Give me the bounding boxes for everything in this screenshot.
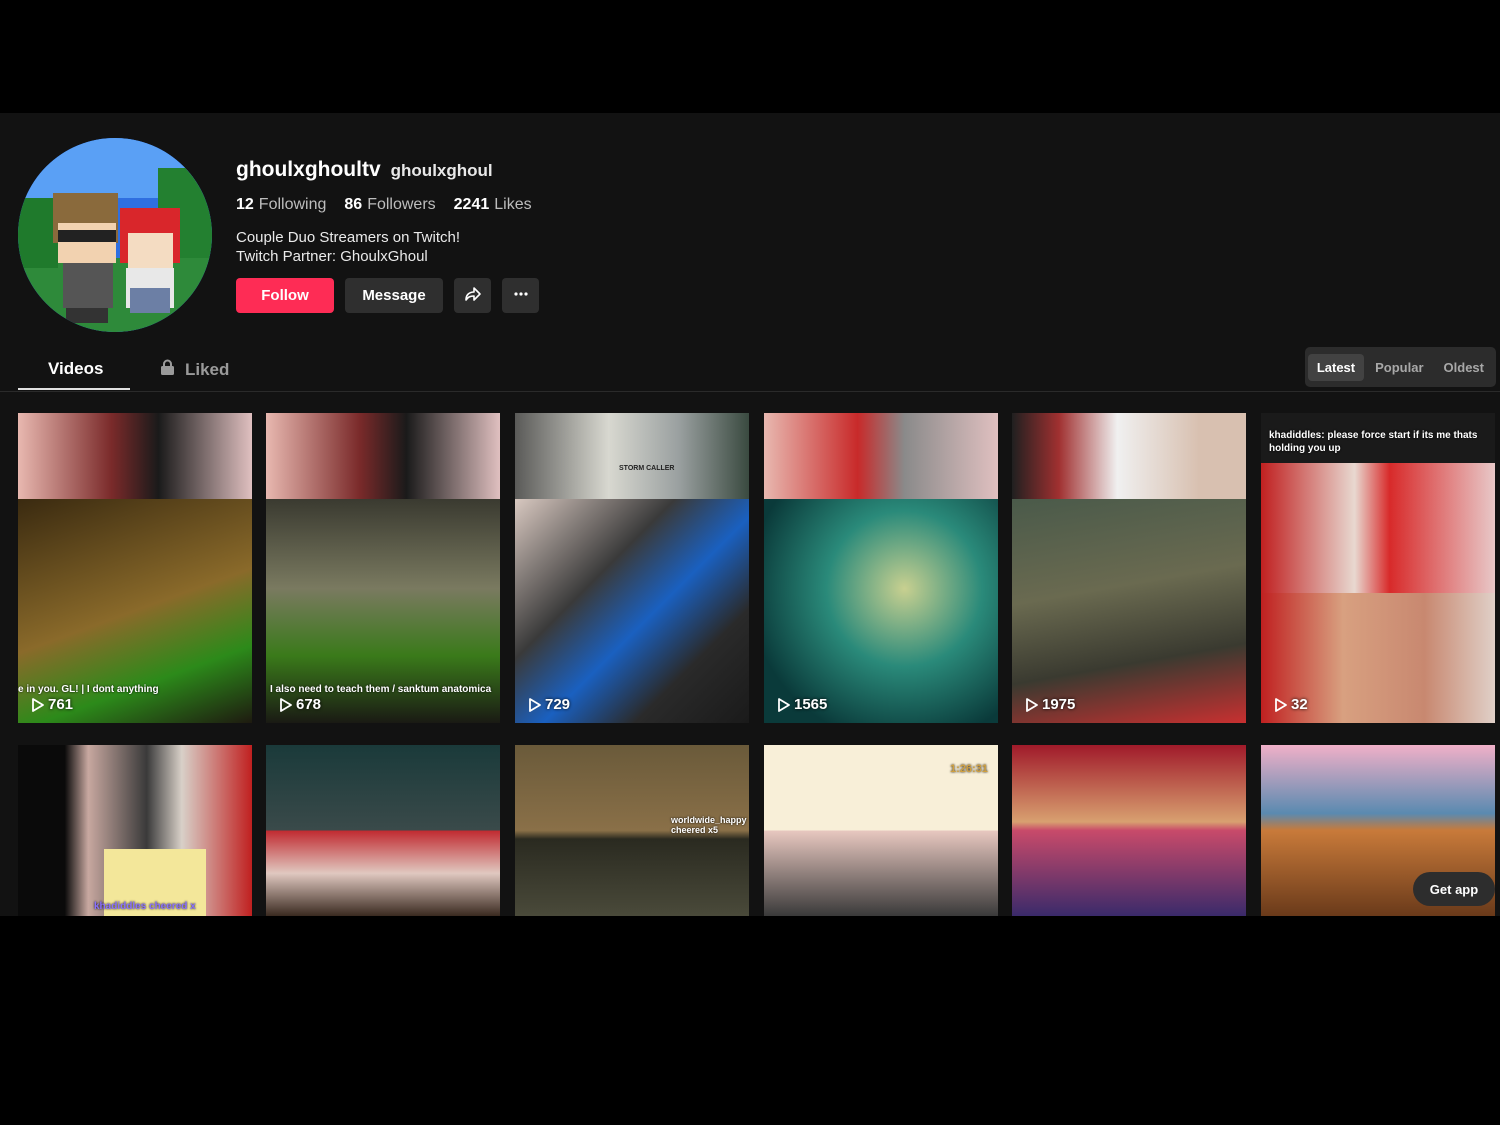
profile-stats: 12 Following 86 Followers 2241 Likes (236, 196, 532, 214)
followers-stat[interactable]: 86 Followers (344, 196, 435, 214)
more-options-button[interactable] (502, 278, 539, 313)
video-overlay-text: I also need to teach them / sanktum anat… (270, 684, 492, 695)
video-thumbnail[interactable] (1012, 745, 1246, 916)
view-count-value: 1975 (1042, 696, 1076, 713)
name-row: ghoulxghoultv ghoulxghoul (236, 158, 493, 182)
bio-line: Twitch Partner: GhoulxGhoul (236, 248, 428, 265)
play-icon (778, 697, 790, 712)
get-app-button[interactable]: Get app (1413, 872, 1495, 906)
video-thumbnail[interactable]: khadiddles: please force start if its me… (1261, 413, 1495, 723)
profile-avatar[interactable] (18, 138, 212, 332)
display-name: ghoulxghoultv (236, 158, 381, 181)
share-button[interactable] (454, 278, 491, 313)
likes-stat: 2241 Likes (454, 196, 532, 214)
view-count: 678 (280, 696, 321, 713)
view-count-value: 678 (296, 696, 322, 713)
video-overlay-text: e in you. GL! | I dont anything (18, 684, 159, 695)
play-icon (32, 697, 44, 712)
following-label: Following (258, 196, 327, 213)
followers-label: Followers (367, 196, 436, 213)
follow-button[interactable]: Follow (236, 278, 334, 313)
video-thumbnail[interactable]: STORM CALLER 729 (515, 413, 749, 723)
tab-liked-label: Liked (185, 359, 230, 379)
video-overlay-text: khadiddles: please force start if its me… (1269, 430, 1478, 454)
profile-actions: Follow Message (236, 278, 539, 313)
play-icon (1275, 697, 1287, 712)
more-icon (512, 285, 530, 307)
view-count: 729 (529, 696, 570, 713)
play-icon (529, 697, 541, 712)
view-count: 32 (1275, 696, 1308, 713)
view-count: 761 (32, 696, 73, 713)
video-thumbnail[interactable]: 1:26:31 (764, 745, 998, 916)
following-stat[interactable]: 12 Following (236, 196, 326, 214)
video-thumbnail[interactable]: 1975 (1012, 413, 1246, 723)
sort-latest[interactable]: Latest (1307, 353, 1365, 381)
following-count: 12 (236, 196, 254, 213)
view-count-value: 1565 (794, 696, 828, 713)
sort-oldest[interactable]: Oldest (1435, 354, 1493, 381)
message-button[interactable]: Message (345, 278, 443, 313)
video-thumbnail[interactable] (266, 745, 500, 916)
sort-toggle: Latest Popular Oldest (1304, 347, 1496, 387)
video-overlay-text: STORM CALLER (619, 465, 675, 472)
profile-tabs: Videos Liked Latest Popular Oldest (0, 347, 1500, 392)
share-icon (464, 285, 482, 307)
video-thumbnail[interactable]: khadiddles cheered x (18, 745, 252, 916)
video-thumbnail[interactable]: e in you. GL! | I dont anything 761 (18, 413, 252, 723)
followers-count: 86 (344, 196, 363, 213)
tab-videos[interactable]: Videos (48, 359, 103, 379)
video-overlay-text: 1:26:31 (950, 763, 988, 775)
play-icon (280, 697, 292, 712)
view-count: 1975 (1026, 696, 1075, 713)
tab-liked[interactable]: Liked (160, 359, 229, 380)
active-tab-indicator (18, 388, 130, 390)
sort-popular[interactable]: Popular (1366, 354, 1432, 381)
video-thumbnail[interactable]: I also need to teach them / sanktum anat… (266, 413, 500, 723)
play-icon (1026, 697, 1038, 712)
view-count-value: 32 (1291, 696, 1308, 713)
likes-count: 2241 (453, 196, 490, 213)
video-overlay-text: worldwide_happy cheered x5 (671, 815, 747, 835)
lock-icon (160, 359, 175, 380)
video-thumbnail[interactable]: worldwide_happy cheered x5 (515, 745, 749, 916)
profile-bio: Couple Duo Streamers on Twitch! Twitch P… (236, 228, 460, 266)
video-overlay-text: khadiddles cheered x (94, 901, 196, 912)
bio-line: Couple Duo Streamers on Twitch! (236, 229, 460, 246)
likes-label: Likes (494, 196, 532, 213)
view-count-value: 761 (48, 696, 74, 713)
view-count: 1565 (778, 696, 827, 713)
username: ghoulxghoul (390, 161, 493, 180)
profile-page: ghoulxghoultv ghoulxghoul 12 Following 86… (0, 113, 1500, 916)
view-count-value: 729 (545, 696, 571, 713)
video-thumbnail[interactable]: 1565 (764, 413, 998, 723)
